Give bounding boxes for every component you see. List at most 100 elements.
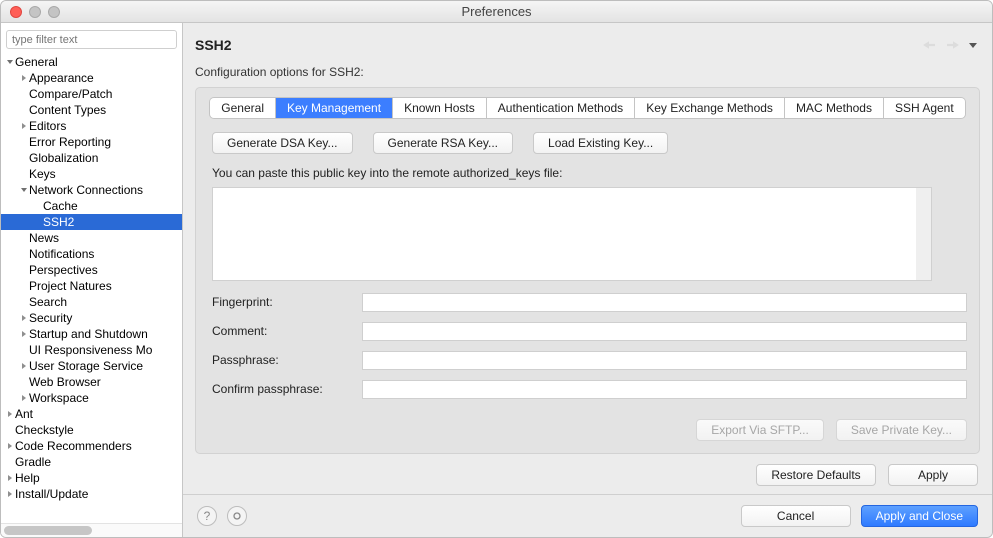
tab-authentication-methods[interactable]: Authentication Methods xyxy=(487,98,635,118)
preferences-tree[interactable]: GeneralAppearanceCompare/PatchContent Ty… xyxy=(1,54,182,523)
tree-item-label: Keys xyxy=(29,167,56,181)
tab-key-management[interactable]: Key Management xyxy=(276,98,393,118)
cancel-button[interactable]: Cancel xyxy=(741,505,851,527)
tree-item-label: Cache xyxy=(43,199,78,213)
spacer-icon xyxy=(19,169,29,179)
fingerprint-field[interactable] xyxy=(362,293,967,312)
confirm-passphrase-field[interactable] xyxy=(362,380,967,399)
forward-icon[interactable] xyxy=(944,38,962,52)
sidebar-horizontal-scrollbar[interactable] xyxy=(1,523,182,537)
tree-item[interactable]: Startup and Shutdown xyxy=(1,326,182,342)
chevron-right-icon[interactable] xyxy=(19,393,29,403)
tree-item[interactable]: Checkstyle xyxy=(1,422,182,438)
tree-item[interactable]: Search xyxy=(1,294,182,310)
tree-item[interactable]: Ant xyxy=(1,406,182,422)
tree-item-label: User Storage Service xyxy=(29,359,143,373)
tree-item[interactable]: Compare/Patch xyxy=(1,86,182,102)
tree-item[interactable]: Security xyxy=(1,310,182,326)
scrollbar-thumb[interactable] xyxy=(4,526,92,535)
tree-item[interactable]: Gradle xyxy=(1,454,182,470)
apply-button[interactable]: Apply xyxy=(888,464,978,486)
generate-dsa-button[interactable]: Generate DSA Key... xyxy=(212,132,353,154)
chevron-right-icon[interactable] xyxy=(5,441,15,451)
minimize-window-button[interactable] xyxy=(29,6,41,18)
tree-item-label: SSH2 xyxy=(43,215,74,229)
tree-item-label: Search xyxy=(29,295,67,309)
save-private-key-button: Save Private Key... xyxy=(836,419,967,441)
tree-item[interactable]: Install/Update xyxy=(1,486,182,502)
public-key-textarea[interactable] xyxy=(212,187,932,281)
tree-item[interactable]: Help xyxy=(1,470,182,486)
textarea-scrollbar[interactable] xyxy=(916,188,931,280)
oomph-icon[interactable] xyxy=(227,506,247,526)
tree-item[interactable]: Keys xyxy=(1,166,182,182)
chevron-right-icon[interactable] xyxy=(19,361,29,371)
view-menu-icon[interactable] xyxy=(968,39,980,51)
page-subtitle: Configuration options for SSH2: xyxy=(183,61,992,87)
fingerprint-label: Fingerprint: xyxy=(212,293,352,312)
tree-item[interactable]: Cache xyxy=(1,198,182,214)
tab-ssh-agent[interactable]: SSH Agent xyxy=(884,98,965,118)
generate-rsa-button[interactable]: Generate RSA Key... xyxy=(373,132,514,154)
tree-item-label: Content Types xyxy=(29,103,106,117)
zoom-window-button[interactable] xyxy=(48,6,60,18)
tree-item[interactable]: General xyxy=(1,54,182,70)
tree-item[interactable]: Code Recommenders xyxy=(1,438,182,454)
sidebar: GeneralAppearanceCompare/PatchContent Ty… xyxy=(1,23,183,537)
chevron-right-icon[interactable] xyxy=(5,489,15,499)
tree-item[interactable]: UI Responsiveness Mo xyxy=(1,342,182,358)
tree-item[interactable]: SSH2 xyxy=(1,214,182,230)
tree-item[interactable]: Network Connections xyxy=(1,182,182,198)
tree-item[interactable]: Notifications xyxy=(1,246,182,262)
spacer-icon xyxy=(5,457,15,467)
tree-item[interactable]: Appearance xyxy=(1,70,182,86)
chevron-right-icon[interactable] xyxy=(5,409,15,419)
tree-item-label: Workspace xyxy=(29,391,89,405)
spacer-icon xyxy=(19,233,29,243)
restore-defaults-button[interactable]: Restore Defaults xyxy=(756,464,876,486)
tree-item-label: Gradle xyxy=(15,455,51,469)
tree-item[interactable]: Globalization xyxy=(1,150,182,166)
tree-item-label: Help xyxy=(15,471,40,485)
tree-item[interactable]: Workspace xyxy=(1,390,182,406)
chevron-down-icon[interactable] xyxy=(19,185,29,195)
tree-item-label: General xyxy=(15,55,58,69)
tree-item[interactable]: News xyxy=(1,230,182,246)
chevron-right-icon[interactable] xyxy=(5,473,15,483)
spacer-icon xyxy=(19,137,29,147)
tree-item[interactable]: Content Types xyxy=(1,102,182,118)
chevron-right-icon[interactable] xyxy=(19,313,29,323)
tab-mac-methods[interactable]: MAC Methods xyxy=(785,98,884,118)
comment-field[interactable] xyxy=(362,322,967,341)
tree-item[interactable]: Project Natures xyxy=(1,278,182,294)
tree-item[interactable]: Web Browser xyxy=(1,374,182,390)
tab-general[interactable]: General xyxy=(210,98,276,118)
titlebar[interactable]: Preferences xyxy=(1,1,992,23)
close-window-button[interactable] xyxy=(10,6,22,18)
content-header: SSH2 xyxy=(183,23,992,61)
tree-item[interactable]: User Storage Service xyxy=(1,358,182,374)
window-controls xyxy=(10,6,60,18)
chevron-down-icon[interactable] xyxy=(5,57,15,67)
load-existing-key-button[interactable]: Load Existing Key... xyxy=(533,132,668,154)
tree-item[interactable]: Error Reporting xyxy=(1,134,182,150)
tab-known-hosts[interactable]: Known Hosts xyxy=(393,98,487,118)
tab-key-exchange-methods[interactable]: Key Exchange Methods xyxy=(635,98,785,118)
apply-and-close-button[interactable]: Apply and Close xyxy=(861,505,978,527)
tree-item-label: Install/Update xyxy=(15,487,88,501)
spacer-icon xyxy=(19,265,29,275)
help-icon[interactable]: ? xyxy=(197,506,217,526)
filter-input[interactable] xyxy=(6,30,177,49)
tree-item-label: Startup and Shutdown xyxy=(29,327,148,341)
chevron-right-icon[interactable] xyxy=(19,73,29,83)
comment-label: Comment: xyxy=(212,322,352,341)
chevron-right-icon[interactable] xyxy=(19,121,29,131)
content-area: SSH2 Configuration options for SSH2: xyxy=(183,23,992,537)
tree-item[interactable]: Editors xyxy=(1,118,182,134)
passphrase-field[interactable] xyxy=(362,351,967,370)
chevron-right-icon[interactable] xyxy=(19,329,29,339)
spacer-icon xyxy=(19,297,29,307)
tree-item[interactable]: Perspectives xyxy=(1,262,182,278)
spacer-icon xyxy=(19,249,29,259)
back-icon[interactable] xyxy=(920,38,938,52)
